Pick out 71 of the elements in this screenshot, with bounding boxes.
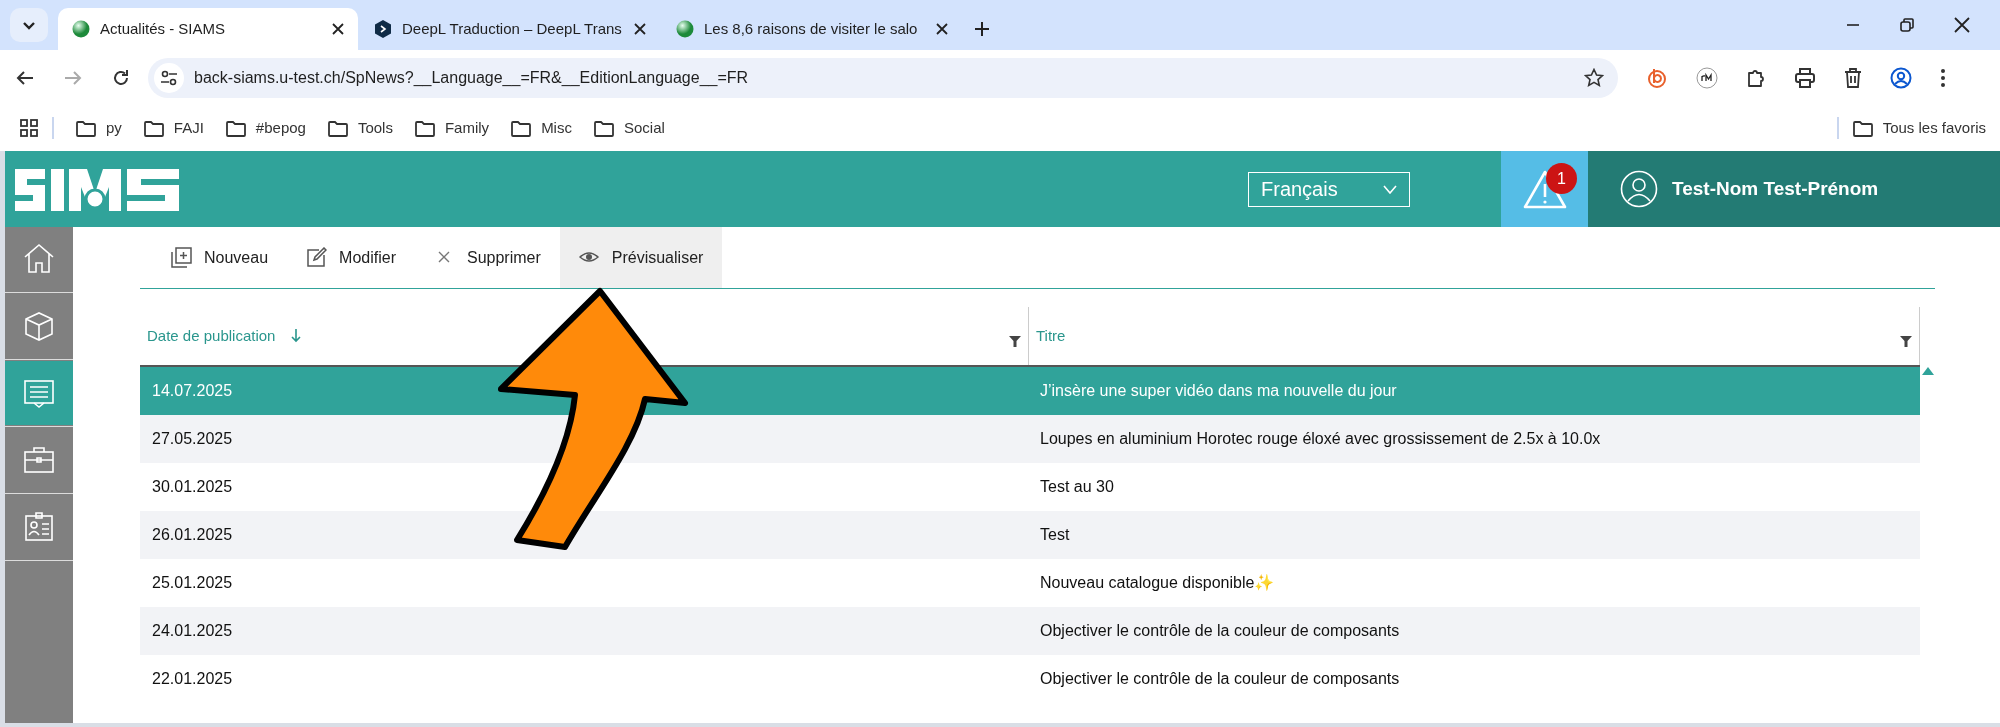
hexagon-logo-icon: [374, 20, 392, 38]
cube-icon: [22, 309, 56, 343]
restore-icon[interactable]: [1900, 18, 1914, 32]
rm-circle-icon[interactable]: [1696, 66, 1718, 89]
filter-icon[interactable]: [1009, 335, 1021, 347]
table-row[interactable]: 27.05.2025 Loupes en aluminium Horotec rouge éloxé avec grossissement de 2.5x à 10.0x: [140, 415, 1920, 463]
close-icon[interactable]: [634, 23, 646, 35]
scroll-up-icon[interactable]: [1921, 367, 1934, 375]
tab-title: Les 8,6 raisons de visiter le salo: [704, 18, 919, 39]
browser-tab[interactable]: DeepL Traduction – DeepL Trans: [360, 8, 660, 50]
browser-tab[interactable]: Actualités - SIAMS: [58, 8, 358, 50]
puzzle-icon[interactable]: [1746, 67, 1766, 88]
bookmark-link[interactable]: Tous les favoris: [1882, 116, 1986, 140]
apps-icon[interactable]: [20, 119, 38, 137]
toolbar-button[interactable]: Modifier: [287, 227, 415, 288]
toolbar-button[interactable]: Prévisualiser: [559, 227, 723, 288]
folder-icon[interactable]: [593, 119, 614, 137]
chevron-down-icon: [22, 20, 36, 30]
star-icon[interactable]: [1584, 67, 1604, 88]
folder-icon[interactable]: [76, 119, 96, 137]
b-circle-icon[interactable]: [1646, 66, 1668, 89]
url-text: back-siams.u-test.ch/SpNews?__Language__=FR&__EditionLanguage__=FR: [194, 67, 750, 89]
bookmark-link[interactable]: py: [106, 116, 122, 140]
table-row[interactable]: 24.01.2025 Objectiver le contrôle de la couleur de composants: [140, 607, 1920, 655]
id-card-icon: [22, 510, 56, 544]
bookmark-link[interactable]: FAJI: [173, 116, 204, 140]
close-icon[interactable]: [332, 23, 344, 35]
tab-title: Actualités - SIAMS: [100, 18, 227, 39]
folder-icon[interactable]: [225, 119, 246, 137]
account-icon[interactable]: [1890, 66, 1912, 89]
close-icon[interactable]: [936, 23, 948, 35]
user-avatar-icon: [1620, 170, 1658, 208]
bookmark-link[interactable]: Tools: [357, 116, 393, 140]
back-icon[interactable]: [16, 69, 34, 86]
forward-icon: [64, 69, 82, 86]
tab-list-button[interactable]: [10, 8, 48, 42]
tab-title: DeepL Traduction – DeepL Trans: [402, 18, 623, 39]
bookmark-link[interactable]: #bepog: [255, 116, 306, 140]
folder-icon[interactable]: [143, 119, 164, 137]
sort-down-icon: [291, 329, 302, 343]
folder-icon[interactable]: [414, 119, 435, 137]
user-menu[interactable]: Test-Nom Test-Prénom: [1588, 151, 2000, 227]
address-bar[interactable]: back-siams.u-test.ch/SpNews?__Language__=FR&__EditionLanguage__=FR: [148, 57, 1618, 98]
chevron-down-icon: [1383, 184, 1397, 194]
edit-icon: [306, 247, 328, 268]
filter-icon[interactable]: [1900, 335, 1912, 347]
printer-icon[interactable]: [1794, 67, 1816, 88]
trash-icon[interactable]: [1844, 67, 1862, 88]
table-row[interactable]: 26.01.2025 Test: [140, 511, 1920, 559]
close-icon[interactable]: [1954, 17, 1970, 33]
bookmark-link[interactable]: Misc: [541, 116, 572, 140]
folder-icon[interactable]: [327, 119, 348, 137]
toolbar-button[interactable]: Nouveau: [152, 227, 288, 288]
bookmark-link[interactable]: Family: [444, 116, 490, 140]
globe-icon: [72, 20, 90, 38]
site-settings-icon[interactable]: [160, 69, 178, 86]
globe-icon: [676, 20, 694, 38]
more-icon[interactable]: [1940, 67, 1946, 88]
new-tab-icon[interactable]: [974, 21, 990, 37]
alerts-button[interactable]: 1: [1501, 151, 1588, 227]
toolbar-button[interactable]: Supprimer: [414, 227, 560, 288]
notification-count: 1: [1546, 163, 1577, 194]
folder-icon[interactable]: [511, 119, 532, 137]
new-item-icon: [171, 247, 192, 268]
folder-icon[interactable]: [1852, 119, 1873, 137]
reload-icon[interactable]: [112, 68, 130, 87]
home-icon: [22, 242, 56, 276]
column-header[interactable]: Titre: [1028, 307, 1920, 365]
bookmark-link[interactable]: Social: [623, 116, 665, 140]
browser-tab[interactable]: Les 8,6 raisons de visiter le salo: [662, 8, 962, 50]
column-header[interactable]: Date de publication: [140, 307, 1028, 365]
